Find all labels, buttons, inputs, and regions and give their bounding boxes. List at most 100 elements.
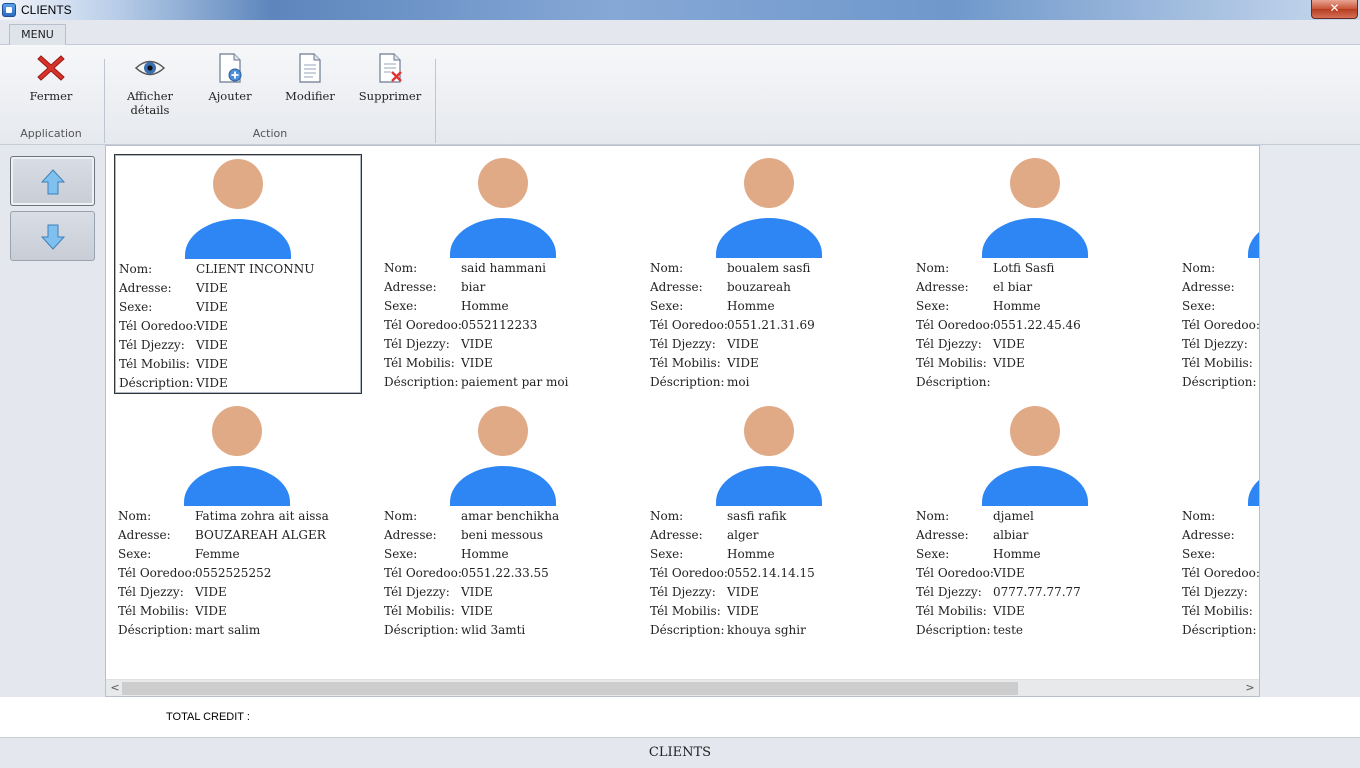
field-value: VIDE	[196, 357, 228, 371]
avatar-body	[1248, 466, 1259, 506]
field-value: 0551.22.33.55	[461, 566, 549, 580]
field-label: Tél Mobilis:	[384, 356, 455, 370]
avatar-body	[982, 466, 1088, 506]
client-field-ooredoo: Tél Ooredoo:0552112233	[384, 317, 568, 336]
field-value: alger	[727, 528, 759, 542]
ribbon: Fermer Application Afficher détails Ajou…	[0, 45, 1360, 145]
menu-tab-bar: MENU	[0, 20, 1360, 46]
client-card[interactable]: Nom: amar benchikha Adresse: beni messous Se…	[380, 402, 628, 642]
client-card[interactable]: Nom: Lotfi Sasfi Adresse: el biar Sexe: Homme…	[912, 154, 1160, 394]
client-field-nom: Nom: amar benchikha	[384, 508, 559, 527]
client-field-adresse: Adresse: biar	[384, 279, 568, 298]
field-label: Tél Ooredoo:	[384, 318, 462, 332]
client-card[interactable]: Nom: CLIENT INCONNU Adresse: VIDE Sexe: VIDE T…	[114, 154, 362, 394]
client-field-mobilis: Tél Mobilis: VIDE	[118, 603, 329, 622]
window-close-button[interactable]: ✕	[1311, 0, 1358, 19]
field-label: Adresse:	[384, 528, 437, 542]
field-label: Déscription:	[118, 623, 193, 637]
field-label: Tél Mobilis:	[118, 604, 189, 618]
avatar	[716, 158, 822, 258]
client-field-djezzy: Tél Djezzy: 0777.77.77.77	[916, 584, 1081, 603]
client-field-sexe: Sexe:	[1182, 546, 1259, 565]
avatar	[450, 406, 556, 506]
avatar	[450, 158, 556, 258]
fermer-button[interactable]: Fermer	[16, 51, 86, 103]
field-value: bouzareah	[727, 280, 791, 294]
field-value: VIDE	[727, 337, 759, 351]
client-card[interactable]: Nom: said hammani Adresse: biar Sexe: Homme Té…	[380, 154, 628, 394]
eye-icon	[134, 60, 166, 76]
client-card[interactable]: Nom: Fatima zohra ait aissa Adresse: BOUZAR…	[114, 402, 362, 642]
client-field-sexe: Sexe: Homme	[384, 298, 568, 317]
field-label: Sexe:	[650, 299, 684, 313]
field-label: Adresse:	[650, 280, 703, 294]
client-field-nom: Nom:	[1182, 508, 1259, 527]
client-field-description: Déscription: mart salim	[118, 622, 329, 641]
group-label-application: Application	[20, 127, 82, 140]
client-field-nom: Nom:	[1182, 260, 1259, 279]
avatar	[716, 406, 822, 506]
client-field-mobilis: Tél Mobilis:	[1182, 355, 1259, 374]
arrow-up-icon	[41, 169, 65, 195]
scrollbar-thumb[interactable]	[122, 682, 1018, 695]
field-value: Homme	[461, 299, 509, 313]
field-label: Tél Djezzy:	[916, 337, 982, 351]
field-label: Déscription:	[916, 623, 991, 637]
scroll-up-button[interactable]	[10, 156, 95, 206]
field-label: Déscription:	[1182, 623, 1257, 637]
client-field-ooredoo: Tél Ooredoo:0552.14.14.15	[650, 565, 815, 584]
client-field-nom: Nom: said hammani	[384, 260, 568, 279]
scroll-down-button[interactable]	[10, 211, 95, 261]
supprimer-button[interactable]: Supprimer	[358, 51, 422, 103]
field-value: 0552112233	[461, 318, 538, 332]
scroll-right-arrow[interactable]: >	[1243, 681, 1257, 695]
client-card[interactable]: Nom: Adresse: Sexe: Tél Ooredoo: Tél Djezzy:…	[1178, 402, 1259, 642]
scroll-left-arrow[interactable]: <	[108, 681, 122, 695]
client-field-mobilis: Tél Mobilis: VIDE	[384, 355, 568, 374]
menu-tab[interactable]: MENU	[9, 24, 66, 46]
client-field-nom: Nom: sasfi rafik	[650, 508, 815, 527]
field-label: Nom:	[119, 262, 153, 276]
client-card[interactable]: Nom: Adresse: Sexe: Tél Ooredoo: Tél Djezzy:…	[1178, 154, 1259, 394]
field-value: boualem sasfi	[727, 261, 811, 275]
field-label: Tél Mobilis:	[650, 604, 721, 618]
client-field-adresse: Adresse: BOUZAREAH ALGER	[118, 527, 329, 546]
field-label: Adresse:	[916, 528, 969, 542]
field-label: Tél Djezzy:	[916, 585, 982, 599]
client-field-adresse: Adresse: VIDE	[119, 280, 314, 299]
client-card[interactable]: Nom: boualem sasfi Adresse: bouzareah Sexe: H…	[646, 154, 894, 394]
avatar-head	[213, 159, 263, 209]
modifier-button[interactable]: Modifier	[280, 51, 340, 103]
client-field-nom: Nom: boualem sasfi	[650, 260, 815, 279]
field-value: teste	[993, 623, 1024, 637]
ajouter-button[interactable]: Ajouter	[200, 51, 260, 103]
field-label: Déscription:	[119, 376, 194, 390]
field-value: moi	[727, 375, 750, 389]
avatar-body	[1248, 218, 1259, 258]
modifier-label: Modifier	[285, 89, 335, 103]
field-label: Déscription:	[384, 623, 459, 637]
field-value: VIDE	[196, 376, 228, 390]
client-field-nom: Nom: Lotfi Sasfi	[916, 260, 1081, 279]
field-value: biar	[461, 280, 486, 294]
field-value: VIDE	[993, 566, 1025, 580]
field-label: Tél Djezzy:	[384, 585, 450, 599]
field-label: Tél Ooredoo:	[1182, 566, 1260, 580]
avatar	[1248, 158, 1259, 258]
horizontal-scrollbar[interactable]: < >	[106, 679, 1259, 696]
field-value: VIDE	[727, 585, 759, 599]
client-card[interactable]: Nom: djamel Adresse: albiar Sexe: Homme Tél Oo…	[912, 402, 1160, 642]
afficher-details-button[interactable]: Afficher détails	[118, 51, 182, 117]
field-value: 0551.22.45.46	[993, 318, 1081, 332]
field-label: Adresse:	[1182, 528, 1235, 542]
field-value: paiement par moi	[461, 375, 569, 389]
client-field-mobilis: Tél Mobilis:	[1182, 603, 1259, 622]
client-card[interactable]: Nom: sasfi rafik Adresse: alger Sexe: Homme Té…	[646, 402, 894, 642]
client-field-description: Déscription: wlid 3amti	[384, 622, 559, 641]
field-label: Nom:	[916, 261, 950, 275]
avatar	[982, 406, 1088, 506]
field-value: VIDE	[196, 338, 228, 352]
document-add-icon	[219, 53, 242, 83]
client-field-ooredoo: Tél Ooredoo:	[1182, 565, 1259, 584]
field-label: Déscription:	[650, 375, 725, 389]
